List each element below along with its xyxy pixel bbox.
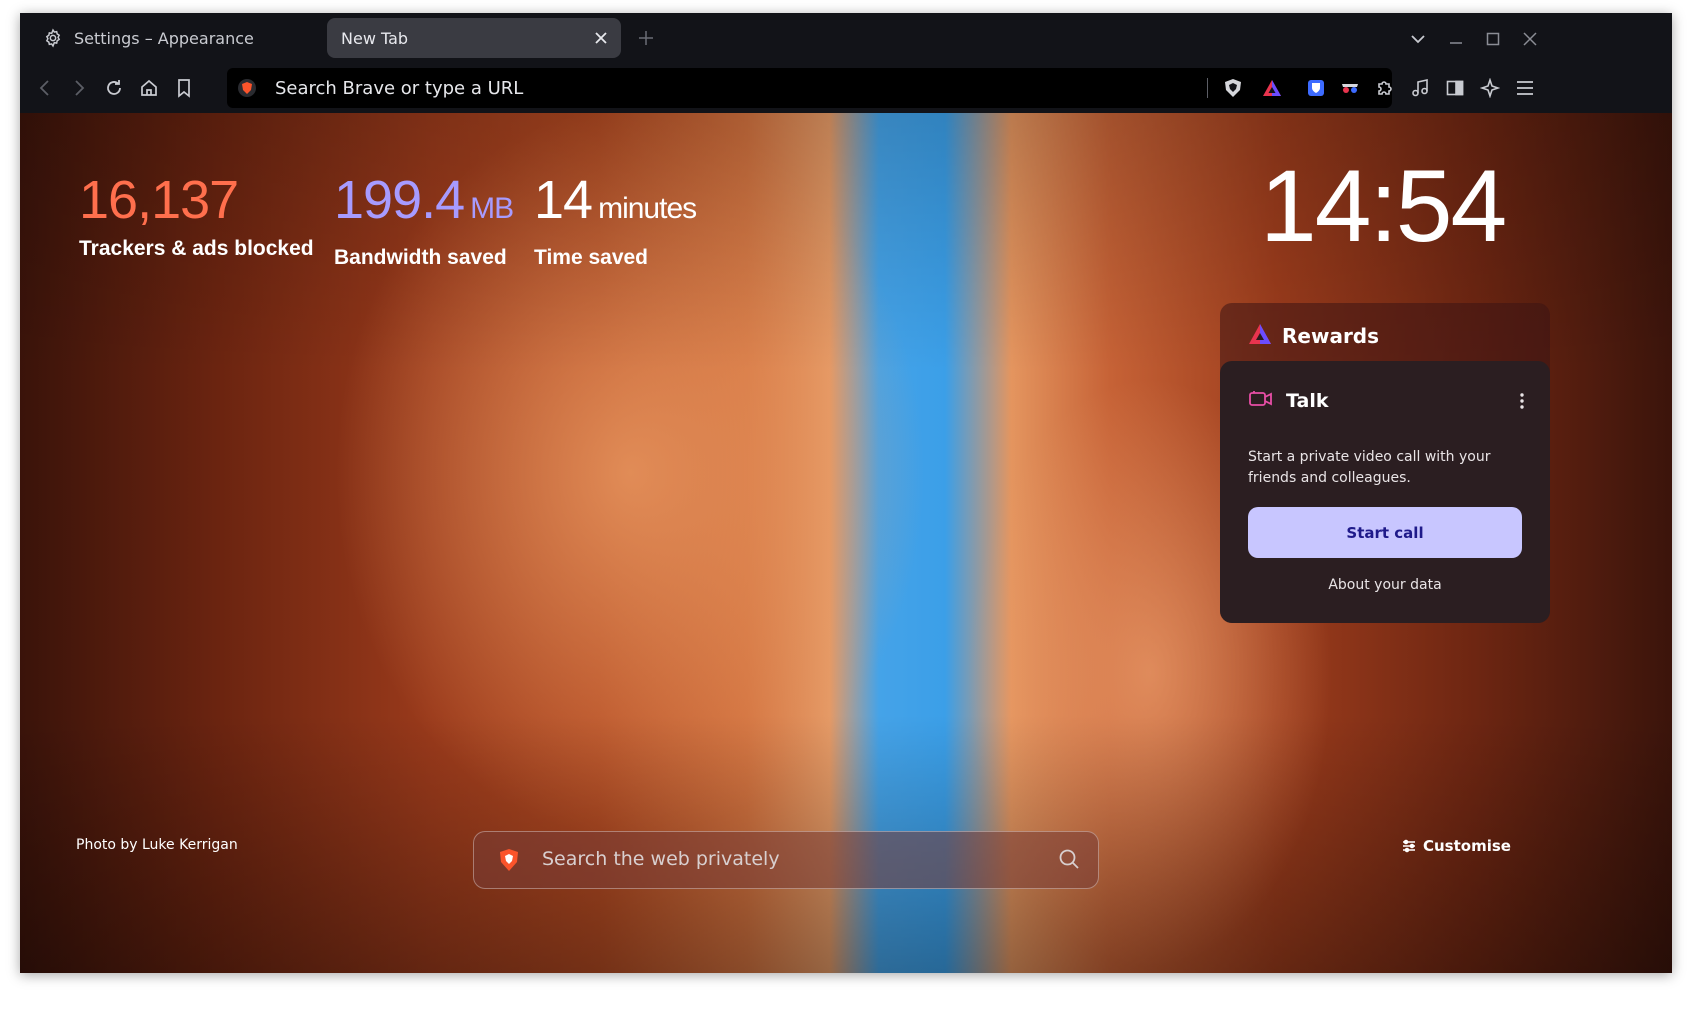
rewards-title: Rewards <box>1282 324 1380 348</box>
close-icon[interactable] <box>587 24 615 52</box>
brave-shields-icon[interactable] <box>1222 77 1244 103</box>
stat-bandwidth: 199.4 MB Bandwidth saved <box>334 170 514 270</box>
rewards-card: Rewards Talk Start a private video call … <box>1220 303 1550 623</box>
stat-trackers: 16,137 Trackers & ads blocked <box>79 171 314 261</box>
bookmark-button[interactable] <box>169 73 199 103</box>
menu-hamburger-icon[interactable] <box>1510 73 1540 103</box>
media-music-icon[interactable] <box>1405 73 1435 103</box>
talk-description: Start a private video call with your fri… <box>1248 449 1491 486</box>
brave-shield-small-icon <box>237 78 257 102</box>
talk-card: Talk Start a private video call with you… <box>1220 361 1550 623</box>
start-call-button[interactable]: Start call <box>1248 507 1522 558</box>
forward-button[interactable] <box>64 73 94 103</box>
photo-credit[interactable]: Photo by Luke Kerrigan <box>76 837 238 853</box>
rewards-triangle-icon <box>1248 323 1272 349</box>
bandwidth-value: 199.4 <box>334 170 465 230</box>
more-options-icon[interactable] <box>1512 389 1532 413</box>
customise-button[interactable]: Customise <box>1402 837 1511 855</box>
bandwidth-unit: MB <box>470 192 514 225</box>
new-tab-button[interactable] <box>632 24 660 52</box>
search-icon[interactable] <box>1058 848 1080 874</box>
time-unit: minutes <box>598 192 697 225</box>
maximize-button[interactable] <box>1479 25 1507 53</box>
new-tab-page: 16,137 Trackers & ads blocked 199.4 MB Ba… <box>20 113 1672 973</box>
toolbar: Search Brave or type a URL <box>20 63 1672 113</box>
stat-time: 14 minutes Time saved <box>534 170 697 270</box>
bitwarden-extension-icon[interactable] <box>1301 73 1331 103</box>
talk-header: Talk <box>1248 389 1328 413</box>
trackers-value: 16,137 <box>79 170 239 230</box>
address-bar-placeholder: Search Brave or type a URL <box>275 78 524 99</box>
brave-lion-icon <box>498 848 520 876</box>
sliders-icon <box>1402 839 1416 853</box>
bandwidth-label: Bandwidth saved <box>334 246 507 269</box>
time-value: 14 <box>534 170 593 230</box>
leo-ai-icon[interactable] <box>1475 73 1505 103</box>
privacy-extension-icon[interactable] <box>1335 73 1365 103</box>
tab-search-dropdown-icon[interactable] <box>1404 25 1432 53</box>
customise-label: Customise <box>1423 837 1511 855</box>
tab-label: New Tab <box>341 28 409 48</box>
tab-settings[interactable]: Settings – Appearance <box>26 18 326 58</box>
divider <box>1207 78 1208 98</box>
video-camera-icon <box>1248 389 1274 413</box>
home-button[interactable] <box>134 73 164 103</box>
gear-icon <box>42 27 64 49</box>
address-bar[interactable]: Search Brave or type a URL <box>227 68 1392 108</box>
tab-new-tab[interactable]: New Tab <box>327 18 621 58</box>
back-button[interactable] <box>30 73 60 103</box>
trackers-label: Trackers & ads blocked <box>79 237 314 260</box>
close-window-button[interactable] <box>1516 25 1544 53</box>
search-box[interactable]: Search the web privately <box>473 831 1099 889</box>
extensions-puzzle-icon[interactable] <box>1370 73 1400 103</box>
clock: 14:54 <box>1260 149 1507 263</box>
minimize-button[interactable] <box>1442 25 1470 53</box>
search-placeholder: Search the web privately <box>542 848 780 870</box>
about-your-data-link[interactable]: About your data <box>1220 577 1550 593</box>
brave-rewards-icon[interactable] <box>1261 77 1283 103</box>
tab-label: Settings – Appearance <box>74 28 254 48</box>
sidebar-toggle-icon[interactable] <box>1440 73 1470 103</box>
reload-button[interactable] <box>99 73 129 103</box>
browser-window: Settings – Appearance New Tab Search Bra… <box>20 13 1672 973</box>
rewards-header[interactable]: Rewards <box>1248 323 1379 349</box>
time-label: Time saved <box>534 246 649 269</box>
tab-strip: Settings – Appearance New Tab <box>20 13 1672 63</box>
talk-title: Talk <box>1286 390 1329 412</box>
